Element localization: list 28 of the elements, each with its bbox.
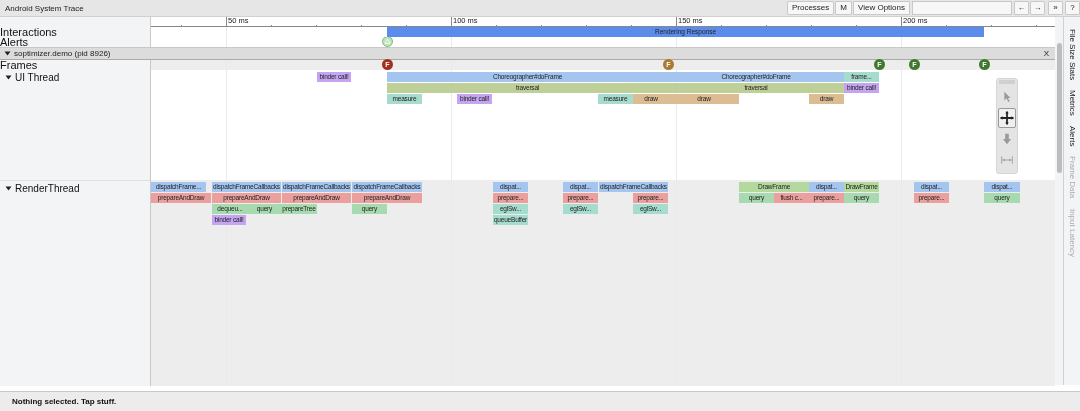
track-label: Frames [0,60,38,70]
caret-icon[interactable] [5,74,12,81]
thread-label: UI Thread [15,72,60,83]
alert-icon[interactable] [382,37,393,47]
side-tab[interactable]: Alerts [1067,125,1077,147]
side-tab[interactable]: File Size Stats [1067,29,1077,81]
window-title: Android System Trace [5,3,84,13]
nav-button[interactable]: ← [1014,1,1029,15]
toolbar-button[interactable]: View Options [853,1,910,15]
status-text: Nothing selected. Tap stuff. [12,397,117,406]
process-header[interactable]: soptimizer.demo (pid 8926) X [0,47,1055,60]
track-label: Alerts [0,37,29,47]
side-tab[interactable]: Metrics [1067,90,1077,116]
process-title: soptimizer.demo (pid 8926) [14,49,111,58]
caret-icon[interactable] [5,185,12,192]
search-field[interactable] [912,1,1012,15]
thread-label: RenderThread [15,183,80,194]
nav-button[interactable]: ? [1065,1,1080,15]
track-label: Interactions [0,27,57,37]
move-icon [999,109,1015,127]
scrollbar[interactable] [1056,43,1062,173]
toolbar-button[interactable]: M [835,1,852,15]
nav-button[interactable]: → [1030,1,1045,15]
toolbar-button[interactable]: Processes [786,1,835,15]
close-button[interactable]: X [1041,49,1051,58]
tool-button[interactable] [998,108,1016,128]
nav-button[interactable]: » [1048,1,1063,15]
caret-icon[interactable] [4,50,11,57]
